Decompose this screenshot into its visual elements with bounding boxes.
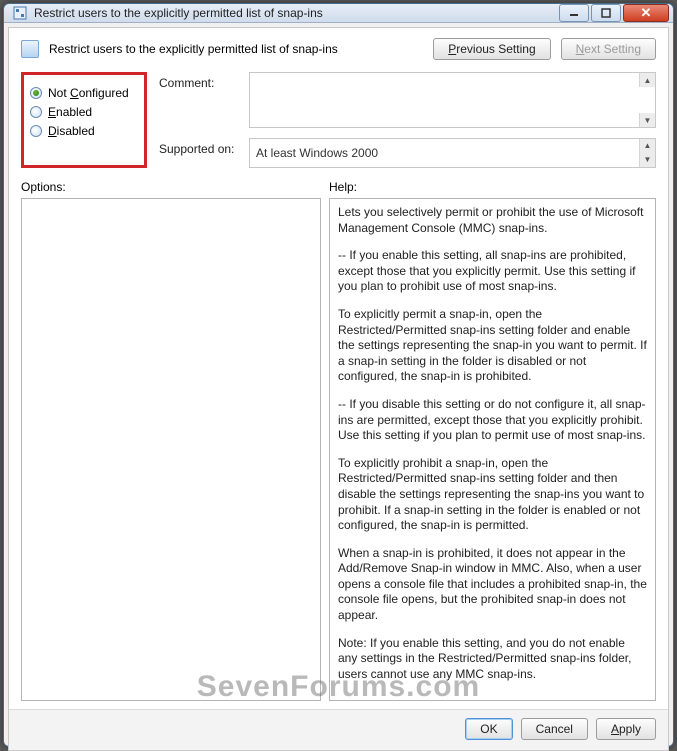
- help-text: -- If you enable this setting, all snap-…: [338, 248, 647, 295]
- cancel-button[interactable]: Cancel: [521, 718, 588, 740]
- previous-setting-button[interactable]: Previous Setting: [433, 38, 550, 60]
- radio-disabled[interactable]: Disabled: [30, 124, 134, 138]
- radio-enabled[interactable]: Enabled: [30, 105, 134, 119]
- help-label: Help:: [329, 180, 357, 194]
- window-title: Restrict users to the explicitly permitt…: [34, 6, 557, 20]
- radio-icon: [30, 106, 42, 118]
- help-text: To explicitly permit a snap-in, open the…: [338, 307, 647, 385]
- help-text: Lets you selectively permit or prohibit …: [338, 205, 647, 236]
- maximize-button[interactable]: [591, 4, 621, 22]
- dialog-window: Restrict users to the explicitly permitt…: [3, 3, 674, 747]
- next-setting-button[interactable]: Next Setting: [561, 38, 656, 60]
- help-text: When a snap-in is prohibited, it does no…: [338, 546, 647, 624]
- comment-textarea[interactable]: ▲ ▼: [249, 72, 656, 128]
- scroll-down-icon[interactable]: ▼: [639, 113, 655, 127]
- options-label: Options:: [21, 180, 321, 194]
- state-radio-group: Not Configured Enabled Disabled: [21, 72, 147, 168]
- supported-on-label: Supported on:: [159, 138, 249, 156]
- title-bar[interactable]: Restrict users to the explicitly permitt…: [4, 4, 673, 23]
- radio-label: Disabled: [48, 124, 95, 138]
- radio-icon: [30, 125, 42, 137]
- radio-icon: [30, 87, 42, 99]
- scroll-up-icon[interactable]: ▲: [639, 73, 655, 87]
- ok-button[interactable]: OK: [465, 718, 512, 740]
- close-button[interactable]: ✕: [623, 4, 669, 22]
- help-pane[interactable]: Lets you selectively permit or prohibit …: [329, 198, 656, 701]
- radio-label: Not Configured: [48, 86, 129, 100]
- client-area: Restrict users to the explicitly permitt…: [8, 27, 669, 751]
- options-pane[interactable]: [21, 198, 321, 701]
- help-text: Note: If you enable this setting, and yo…: [338, 636, 647, 683]
- dialog-footer: OK Cancel Apply: [9, 709, 668, 750]
- policy-name: Restrict users to the explicitly permitt…: [49, 42, 423, 56]
- comment-label: Comment:: [159, 72, 249, 90]
- help-text: To explicitly prohibit a snap-in, open t…: [338, 456, 647, 534]
- policy-icon: [21, 40, 39, 58]
- apply-button[interactable]: Apply: [596, 718, 656, 740]
- scroll-down-icon[interactable]: ▼: [639, 153, 655, 167]
- radio-not-configured[interactable]: Not Configured: [30, 86, 134, 100]
- radio-label: Enabled: [48, 105, 92, 119]
- supported-on-field: At least Windows 2000 ▲ ▼: [249, 138, 656, 168]
- app-icon: [12, 5, 28, 21]
- minimize-button[interactable]: [559, 4, 589, 22]
- help-text: -- If you disable this setting or do not…: [338, 397, 647, 444]
